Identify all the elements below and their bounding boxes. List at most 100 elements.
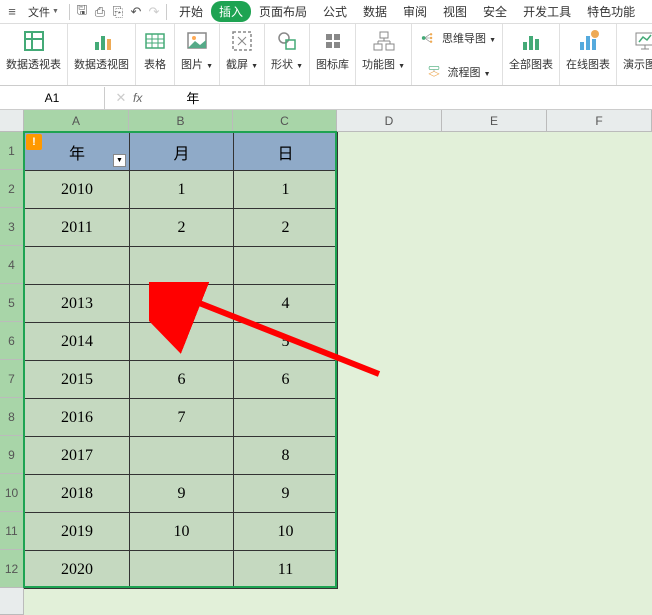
name-box[interactable] <box>0 87 105 109</box>
tab-特色功能[interactable]: 特色功能 <box>579 1 643 22</box>
header-cell[interactable]: 月 <box>130 133 234 171</box>
col-header-B[interactable]: B <box>129 110 233 132</box>
col-header-F[interactable]: F <box>547 110 652 132</box>
pivot-chart-icon <box>89 28 115 54</box>
data-cell[interactable]: 4 <box>130 285 234 323</box>
ribbon-shapes[interactable]: 形状 ▼ <box>265 24 310 85</box>
redo-icon[interactable]: ↷ <box>146 4 162 20</box>
col-header-D[interactable]: D <box>337 110 442 132</box>
data-cell[interactable]: 6 <box>130 361 234 399</box>
data-cell[interactable] <box>234 399 338 437</box>
tab-插入[interactable]: 插入 <box>211 1 251 22</box>
ribbon-chart-online[interactable]: 在线图表 <box>560 24 617 85</box>
data-cell[interactable] <box>130 437 234 475</box>
row-header-4[interactable]: 4 <box>0 246 24 284</box>
data-cell[interactable]: 7 <box>130 399 234 437</box>
tab-安全[interactable]: 安全 <box>475 1 515 22</box>
ribbon-screenshot[interactable]: 截屏 ▼ <box>220 24 265 85</box>
cancel-icon[interactable]: ✕ <box>113 90 129 106</box>
data-cell[interactable]: 2 <box>234 209 338 247</box>
shapes-icon <box>274 28 300 54</box>
data-cell[interactable]: 5 <box>234 323 338 361</box>
data-cell[interactable]: 4 <box>234 285 338 323</box>
ribbon-picture[interactable]: 图片 ▼ <box>175 24 220 85</box>
menu-icon[interactable]: ≡ <box>4 4 20 20</box>
data-cell[interactable] <box>234 247 338 285</box>
undo-icon[interactable]: ↶ <box>128 4 144 20</box>
header-cell[interactable]: 日 <box>234 133 338 171</box>
tab-视图[interactable]: 视图 <box>435 1 475 22</box>
data-cell[interactable]: 2014 <box>25 323 130 361</box>
row-header-5[interactable]: 5 <box>0 284 24 322</box>
select-all-corner[interactable] <box>0 110 24 132</box>
data-cell[interactable]: 9 <box>130 475 234 513</box>
data-cell[interactable] <box>25 247 130 285</box>
data-cell[interactable] <box>130 247 234 285</box>
formula-bar: ✕ fx <box>0 86 652 110</box>
data-cell[interactable]: 2 <box>130 209 234 247</box>
filter-dropdown-icon[interactable]: ▼ <box>113 154 126 167</box>
data-cell[interactable]: 2016 <box>25 399 130 437</box>
tab-审阅[interactable]: 审阅 <box>395 1 435 22</box>
row-header-2[interactable]: 2 <box>0 170 24 208</box>
col-header-E[interactable]: E <box>442 110 547 132</box>
tab-页面布局[interactable]: 页面布局 <box>251 1 315 22</box>
row-header-6[interactable]: 6 <box>0 322 24 360</box>
data-cell[interactable]: 1 <box>130 171 234 209</box>
row-header-x[interactable] <box>0 588 24 615</box>
col-header-C[interactable]: C <box>233 110 337 132</box>
tab-公式[interactable]: 公式 <box>315 1 355 22</box>
data-cell[interactable]: 2011 <box>25 209 130 247</box>
ribbon-chart-all[interactable]: 全部图表 <box>503 24 560 85</box>
data-cell[interactable]: 2020 <box>25 551 130 589</box>
ribbon-label: 数据透视表 <box>6 56 61 72</box>
data-cell[interactable]: 2019 <box>25 513 130 551</box>
data-cell[interactable]: 8 <box>234 437 338 475</box>
data-cell[interactable]: 2018 <box>25 475 130 513</box>
data-cell[interactable]: 2010 <box>25 171 130 209</box>
ribbon-pivot-table[interactable]: 数据透视表 <box>0 24 68 85</box>
ribbon-table[interactable]: 表格 <box>136 24 175 85</box>
tab-开发工具[interactable]: 开发工具 <box>515 1 579 22</box>
row-header-1[interactable]: 1 <box>0 132 24 170</box>
tab-开始[interactable]: 开始 <box>171 1 211 22</box>
row-header-7[interactable]: 7 <box>0 360 24 398</box>
ribbon-icons[interactable]: 图标库 <box>310 24 356 85</box>
data-cell[interactable]: 10 <box>130 513 234 551</box>
data-cell[interactable]: 11 <box>234 551 338 589</box>
warning-badge-icon[interactable]: ! <box>26 134 42 150</box>
ribbon-pivot-chart[interactable]: 数据透视图 <box>68 24 136 85</box>
ribbon-stack: 思维导图 ▼ 流程图 ▼ <box>412 24 503 85</box>
row-header-10[interactable]: 10 <box>0 474 24 512</box>
data-cell[interactable]: 6 <box>234 361 338 399</box>
formula-input[interactable] <box>182 90 652 105</box>
row-header-9[interactable]: 9 <box>0 436 24 474</box>
fx-icon[interactable]: fx <box>133 91 142 105</box>
data-cell[interactable]: 5 <box>130 323 234 361</box>
ribbon-label: 表格 <box>144 56 166 72</box>
data-cell[interactable]: 1 <box>234 171 338 209</box>
row-header-3[interactable]: 3 <box>0 208 24 246</box>
screenshot-icon <box>229 28 255 54</box>
data-cell[interactable]: 10 <box>234 513 338 551</box>
data-cell[interactable]: 2015 <box>25 361 130 399</box>
data-cell[interactable]: 2017 <box>25 437 130 475</box>
save-icon[interactable]: 🖫 <box>74 4 90 20</box>
col-header-A[interactable]: A <box>24 110 129 132</box>
row-header-11[interactable]: 11 <box>0 512 24 550</box>
ribbon-chart-present[interactable]: 演示图表 <box>617 24 652 85</box>
row-header-12[interactable]: 12 <box>0 550 24 588</box>
file-menu-button[interactable]: 文件 ▼ <box>22 2 65 22</box>
cells-area[interactable]: 年月日2010112011222013442014552015662016720… <box>24 132 652 615</box>
ribbon-diagram[interactable]: 功能图 ▼ <box>356 24 412 85</box>
ribbon-mindmap[interactable]: 思维导图 ▼ <box>418 28 496 48</box>
ribbon-label: 截屏 ▼ <box>226 56 258 72</box>
print-icon[interactable]: ⎙ <box>92 4 108 20</box>
data-cell[interactable]: 2013 <box>25 285 130 323</box>
data-cell[interactable] <box>130 551 234 589</box>
tab-数据[interactable]: 数据 <box>355 1 395 22</box>
preview-icon[interactable]: ⎘ <box>110 4 126 20</box>
data-cell[interactable]: 9 <box>234 475 338 513</box>
row-header-8[interactable]: 8 <box>0 398 24 436</box>
ribbon-flowchart[interactable]: 流程图 ▼ <box>424 62 491 82</box>
